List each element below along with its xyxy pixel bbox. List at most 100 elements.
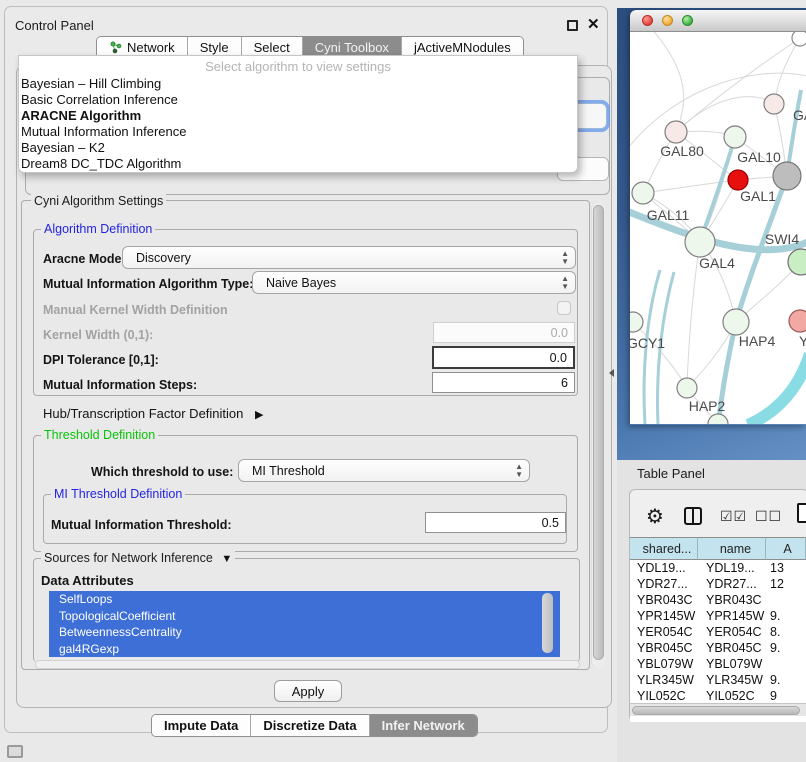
network-window-titlebar[interactable]: [630, 10, 806, 32]
columns-icon[interactable]: [684, 507, 702, 525]
manual-kernel-checkbox[interactable]: [557, 301, 571, 315]
table-row[interactable]: YBR043CYBR043C: [630, 592, 806, 608]
node-table[interactable]: shared... name A YDL19...YDL19...13 YDR2…: [630, 537, 806, 722]
tab-impute-data[interactable]: Impute Data: [152, 715, 250, 736]
dropdown-item[interactable]: Bayesian – Hill Climbing: [19, 76, 577, 92]
spinner-arrows-icon: ▲▼: [561, 250, 569, 266]
mi-steps-input[interactable]: 6: [432, 372, 575, 393]
dpi-tolerance-input[interactable]: 0.0: [432, 346, 575, 369]
table-row[interactable]: YBL079WYBL079W: [630, 656, 806, 672]
dropdown-item[interactable]: ARACNE Algorithm: [19, 108, 577, 124]
list-item[interactable]: SelfLoops: [49, 591, 560, 608]
node-gal11[interactable]: [632, 182, 654, 204]
table-body: YDL19...YDL19...13 YDR27...YDR27...12 YB…: [630, 560, 806, 701]
dropdown-item[interactable]: Bayesian – K2: [19, 140, 577, 156]
data-attributes-label: Data Attributes: [41, 573, 134, 588]
chevron-right-icon[interactable]: ▶: [255, 409, 263, 421]
table-row[interactable]: YIL052CYIL052C9: [630, 688, 806, 701]
mi-type-select[interactable]: Naive Bayes ▲▼: [252, 271, 576, 294]
mi-steps-label: Mutual Information Steps:: [43, 378, 197, 392]
node-salmon[interactable]: [789, 310, 806, 332]
table-row[interactable]: YPR145WYPR145W9.: [630, 608, 806, 624]
node-hap4[interactable]: [723, 309, 749, 335]
table-row[interactable]: YDL19...YDL19...13: [630, 560, 806, 576]
node-label: GAL: [793, 107, 806, 123]
unchecked-columns-icon[interactable]: ☐☐: [755, 509, 782, 525]
table-row[interactable]: YDR27...YDR27...12: [630, 576, 806, 592]
kernel-width-label: Kernel Width (0,1):: [43, 328, 153, 342]
screen: Control Panel ✕ Network Style Select: [0, 0, 806, 762]
node-unlabeled[interactable]: [792, 32, 806, 46]
aracne-mode-label: Aracne Mode:: [43, 252, 126, 266]
column-header[interactable]: A: [766, 537, 806, 560]
apply-button[interactable]: Apply: [274, 680, 342, 702]
node-labels: GAL80 GAL GAL10 GAL1 GAL11 GAL4 SWI4 GCY…: [630, 107, 806, 414]
node-gal10[interactable]: [724, 126, 746, 148]
table-header: shared... name A: [630, 537, 806, 560]
node-gal80[interactable]: [665, 121, 687, 143]
attributes-scrollbar-thumb[interactable]: [542, 593, 553, 653]
node-label: GAL80: [660, 143, 704, 159]
hub-definition-toggle[interactable]: Hub/Transcription Factor Definition ▶: [43, 406, 263, 421]
dpi-tolerance-label: DPI Tolerance [0,1]:: [43, 353, 159, 367]
tab-discretize-data[interactable]: Discretize Data: [250, 715, 368, 736]
table-row[interactable]: YER054CYER054C8.: [630, 624, 806, 640]
node-gcy1[interactable]: [630, 312, 643, 332]
kernel-width-input: 0.0: [433, 322, 575, 343]
network-graph: GAL80 GAL GAL10 GAL1 GAL11 GAL4 SWI4 GCY…: [630, 32, 806, 424]
node-gal1[interactable]: [728, 170, 748, 190]
spinner-arrows-icon: ▲▼: [515, 463, 523, 479]
network-canvas[interactable]: GAL80 GAL GAL10 GAL1 GAL11 GAL4 SWI4 GCY…: [630, 32, 806, 424]
table-panel-title: Table Panel: [637, 466, 705, 481]
toolbar-fragment-icon: [7, 745, 23, 758]
table-row[interactable]: YBR045CYBR045C9.: [630, 640, 806, 656]
scroll-viewport-edge: [35, 660, 580, 669]
chevron-down-icon[interactable]: ▼: [221, 553, 232, 565]
close-window-icon[interactable]: [642, 15, 653, 26]
node-gal4[interactable]: [685, 227, 715, 257]
settings-scrollbar[interactable]: [591, 202, 605, 668]
close-icon[interactable]: ✕: [587, 15, 600, 33]
checked-columns-icon[interactable]: ☑☑: [720, 509, 747, 525]
column-header[interactable]: name: [698, 537, 766, 560]
table-horizontal-scrollbar[interactable]: [630, 703, 806, 716]
dropdown-item[interactable]: Mutual Information Inference: [19, 124, 577, 140]
zoom-window-icon[interactable]: [682, 15, 693, 26]
minimize-window-icon[interactable]: [662, 15, 673, 26]
node-label: HAP4: [739, 333, 776, 349]
network-view-window[interactable]: GAL80 GAL GAL10 GAL1 GAL11 GAL4 SWI4 GCY…: [630, 10, 806, 425]
table-row[interactable]: YLR345WYLR345W9.: [630, 672, 806, 688]
node-swi4[interactable]: [788, 249, 806, 275]
node-hap2[interactable]: [677, 378, 697, 398]
node-label: GAL10: [737, 149, 781, 165]
mi-threshold-label: Mutual Information Threshold:: [51, 518, 232, 532]
table-scrollbar-thumb[interactable]: [632, 706, 800, 715]
nodes: [630, 32, 806, 424]
list-item[interactable]: BetweennessCentrality: [49, 624, 560, 641]
mi-threshold-input[interactable]: 0.5: [425, 512, 566, 533]
data-attributes-list[interactable]: SelfLoops TopologicalCoefficient Between…: [49, 591, 560, 657]
settings-scrollbar-thumb[interactable]: [593, 205, 604, 660]
which-threshold-label: Which threshold to use:: [91, 465, 233, 479]
gear-icon[interactable]: ⚙: [646, 504, 664, 528]
manual-kernel-label: Manual Kernel Width Definition: [43, 303, 228, 317]
list-item[interactable]: TopologicalCoefficient: [49, 608, 560, 625]
column-header[interactable]: shared...: [630, 537, 698, 560]
node-label: SWI4: [765, 231, 799, 247]
dropdown-item[interactable]: Basic Correlation Inference: [19, 92, 577, 108]
sources-title[interactable]: Sources for Network Inference ▼: [41, 551, 235, 565]
list-item[interactable]: gal4RGexp: [49, 641, 560, 658]
edges-gray: [630, 32, 806, 424]
tab-infer-network[interactable]: Infer Network: [369, 715, 477, 736]
dropdown-item[interactable]: Dream8 DC_TDC Algorithm: [19, 156, 577, 172]
node-label: GAL11: [647, 207, 690, 223]
document-icon[interactable]: [797, 503, 806, 523]
network-icon: [109, 41, 122, 54]
aracne-mode-select[interactable]: Discovery ▲▼: [122, 246, 576, 269]
which-threshold-select[interactable]: MI Threshold ▲▼: [238, 459, 530, 482]
node-gal-cut[interactable]: [764, 94, 784, 114]
dropdown-placeholder: Select algorithm to view settings: [19, 58, 577, 76]
float-window-icon[interactable]: [567, 20, 578, 31]
splitpane-collapse-arrow[interactable]: [609, 369, 614, 377]
node-gray[interactable]: [773, 162, 801, 190]
